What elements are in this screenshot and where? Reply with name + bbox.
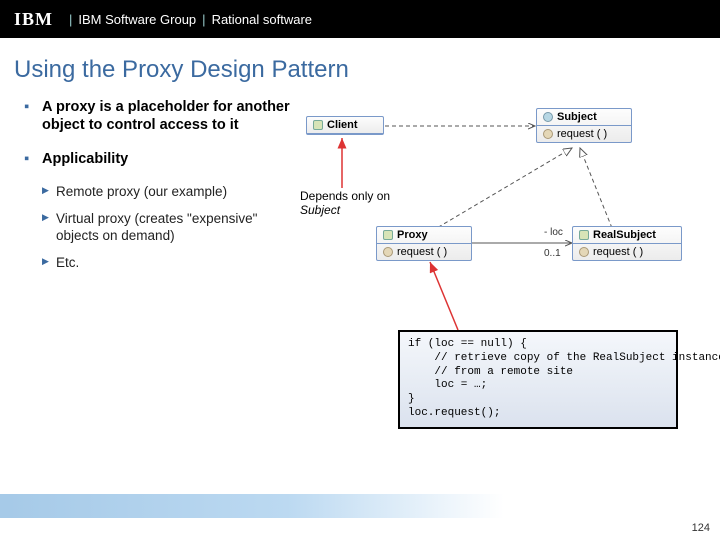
note-depends: Depends only on Subject bbox=[300, 190, 390, 218]
uml-diagram: Client Subject request ( ) Proxy request… bbox=[300, 98, 720, 398]
uml-subject: Subject request ( ) bbox=[536, 108, 632, 143]
uml-proxy-name: Proxy bbox=[397, 229, 428, 241]
header-sep: | bbox=[69, 12, 72, 27]
bullet-etc: Etc. bbox=[56, 255, 300, 272]
class-icon bbox=[313, 120, 323, 130]
note-line2: Subject bbox=[300, 204, 390, 218]
operation-icon bbox=[579, 247, 589, 257]
bullet-proxy-def: A proxy is a placeholder for another obj… bbox=[42, 98, 300, 134]
code-text: if (loc == null) { // retrieve copy of t… bbox=[408, 338, 720, 419]
role-loc: - loc bbox=[544, 227, 563, 238]
uml-subject-op: request ( ) bbox=[557, 128, 607, 140]
class-icon bbox=[383, 230, 393, 240]
uml-client-name: Client bbox=[327, 119, 358, 131]
page-number: 124 bbox=[692, 522, 710, 534]
page-title: Using the Proxy Design Pattern bbox=[14, 56, 720, 84]
header-product: Rational software bbox=[212, 12, 312, 27]
bullet-remote-proxy: Remote proxy (our example) bbox=[56, 184, 300, 201]
uml-real-op: request ( ) bbox=[593, 246, 643, 258]
bullet-applicability: Applicability bbox=[42, 150, 300, 168]
footer-band bbox=[0, 494, 720, 518]
operation-icon bbox=[543, 129, 553, 139]
note-line1: Depends only on bbox=[300, 190, 390, 204]
role-mult: 0..1 bbox=[544, 248, 561, 259]
header-bar: IBM | IBM Software Group | Rational soft… bbox=[0, 0, 720, 38]
bullet-list: A proxy is a placeholder for another obj… bbox=[0, 98, 300, 398]
uml-subject-name: Subject bbox=[557, 111, 597, 123]
uml-real-name: RealSubject bbox=[593, 229, 656, 241]
bullet-virtual-proxy: Virtual proxy (creates "expensive" objec… bbox=[56, 211, 300, 245]
uml-client: Client bbox=[306, 116, 384, 135]
header-group: IBM Software Group bbox=[78, 12, 196, 27]
operation-icon bbox=[383, 247, 393, 257]
ibm-logo: IBM bbox=[14, 9, 53, 30]
uml-proxy-op: request ( ) bbox=[397, 246, 447, 258]
uml-realsubject: RealSubject request ( ) bbox=[572, 226, 682, 261]
header-sep-2: | bbox=[202, 12, 205, 27]
code-snippet: if (loc == null) { // retrieve copy of t… bbox=[398, 330, 678, 429]
uml-proxy: Proxy request ( ) bbox=[376, 226, 472, 261]
class-icon bbox=[579, 230, 589, 240]
interface-icon bbox=[543, 112, 553, 122]
